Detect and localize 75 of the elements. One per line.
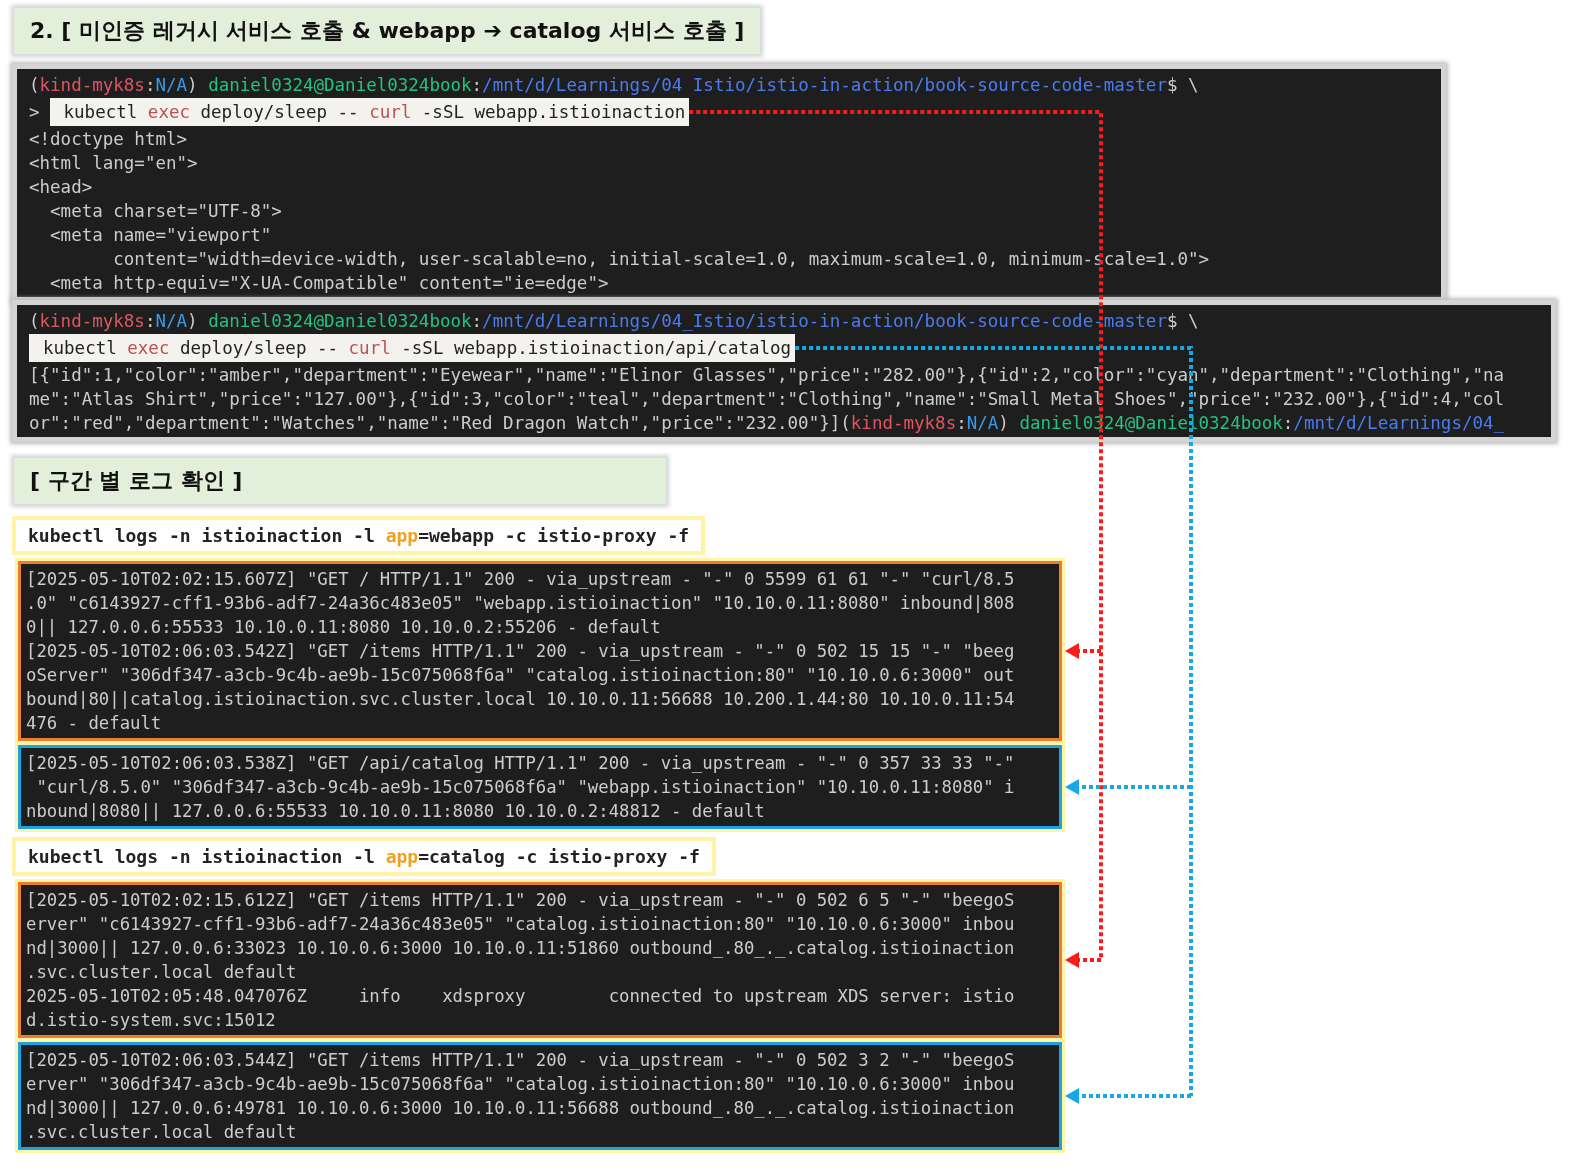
prompt-text: daniel0324@Daniel0324book bbox=[207, 311, 472, 331]
command-text: =catalog -c istio-proxy -f bbox=[418, 846, 700, 867]
log-line: oServer" "306df347-a3cb-9c4b-ae9b-15c075068f6a" "catalog.istioinaction:80" "10.10.0.6:3000" out bbox=[26, 664, 1016, 687]
terminal-text: <!doctype html> bbox=[29, 129, 188, 149]
heading: 2. [ 미인증 레거시 서비스 호출 & webapp ➔ catalog 서비스 호출 ] bbox=[30, 17, 745, 45]
log-line: bound|80||catalog.istioinaction.svc.cluster.local 10.10.0.11:56688 10.200.1.44:80 10.10.0.11:54 bbox=[26, 688, 1016, 711]
prompt-text: : bbox=[144, 75, 156, 95]
prompt-text: : bbox=[144, 311, 156, 331]
log-line: erver" "306df347-a3cb-9c4b-ae9b-15c075068f6a" "catalog.istioinaction:80" "10.10.0.6:3000" inbou bbox=[26, 1073, 1016, 1096]
log-line: .0" "c6143927-cff1-93b6-adf7-24a36c483e05" "webapp.istioinaction" "10.10.0.11:8080" inbound|808 bbox=[26, 592, 1016, 615]
log-line: erver" "c6143927-cff1-93b6-adf7-24a36c483e05" "catalog.istioinaction:80" "10.10.0.6:3000" inbou bbox=[26, 913, 1016, 936]
prompt-text: ( bbox=[29, 75, 40, 95]
log-line: .svc.cluster.local default bbox=[26, 961, 298, 984]
command-text: app bbox=[385, 846, 419, 867]
terminal-text: ) bbox=[998, 413, 1009, 433]
terminal-text: [{"id":1,"color":"amber","department":"Eyewear","name":"Elinor Glasses","price":"282.00"},{"id":2,"color":"cyan","department":"Clothing","na bbox=[29, 365, 1505, 385]
terminal-text: <html lang="en"> bbox=[29, 153, 198, 173]
terminal-text: /mnt/d/Learnings/04_ bbox=[1293, 413, 1505, 433]
prompt-text: $ \ bbox=[1166, 75, 1199, 95]
log-line: 0|| 127.0.0.6:55533 10.10.0.11:8080 10.10.0.2:55206 - default bbox=[26, 616, 662, 639]
terminal-text: daniel0324@Daniel0324book bbox=[1018, 413, 1283, 433]
terminal-text: : bbox=[956, 413, 967, 433]
command-text: app bbox=[385, 525, 419, 546]
terminal-text: or":"red","department":"Watches","name":"Red Dragon Watch","price":"232.00"}] bbox=[29, 413, 841, 433]
terminal-text: N/A bbox=[966, 413, 999, 433]
terminal-text: <meta name="viewport" bbox=[49, 225, 272, 245]
command-text: -sSL webapp.istioinaction/api/catalog bbox=[400, 338, 792, 358]
command-text: kubectl logs -n istioinaction -l bbox=[28, 846, 376, 867]
command-text: deploy/sleep -- bbox=[179, 338, 340, 358]
command-text: kubectl bbox=[63, 102, 139, 122]
command-text: curl bbox=[369, 102, 412, 122]
command-text: kubectl bbox=[43, 338, 118, 358]
log-line: "curl/8.5.0" "306df347-a3cb-9c4b-ae9b-15c075068f6a" "webapp.istioinaction" "10.10.0.11:8080" i bbox=[35, 776, 1016, 799]
terminal-text: kind-myk8s bbox=[850, 413, 957, 433]
command-text: kubectl logs -n istioinaction -l bbox=[28, 525, 376, 546]
log-line: 476 - default bbox=[26, 712, 163, 735]
terminal-text: : bbox=[1282, 413, 1294, 433]
prompt-text: /mnt/d/Learnings/04 Istio/istio-in-action/book-source-code-master bbox=[482, 75, 1167, 95]
log-line: [2025-05-10T02:06:03.542Z] "GET /items HTTP/1.1" 200 - via_upstream - "-" 0 502 15 15 "-" "beeg bbox=[26, 640, 1016, 663]
command-text: deploy/sleep -- bbox=[199, 102, 360, 122]
section-heading: [ 구간 별 로그 확인 ] bbox=[30, 468, 243, 493]
log-line: .svc.cluster.local default bbox=[26, 1121, 298, 1144]
log-line: 2025-05-10T02:05:48.047076Z info xdsproxy connected to upstream XDS server: istio bbox=[26, 985, 1016, 1008]
command-text: exec bbox=[147, 102, 190, 122]
log-line: d.istio-system.svc:15012 bbox=[26, 1009, 277, 1032]
prompt-text: ( bbox=[29, 311, 40, 331]
prompt-text: $ \ bbox=[1166, 311, 1199, 331]
terminal-text: <meta http-equiv="X-UA-Compatible" content="ie=edge"> bbox=[49, 273, 609, 293]
prompt-caret: > bbox=[29, 102, 40, 122]
terminal-text: content="width=device-width, user-scalable=no, initial-scale=1.0, maximum-scale=1.0, minimum-scale=1.0"> bbox=[112, 249, 1210, 269]
prompt-text: kind-myk8s bbox=[39, 75, 145, 95]
terminal-text: me":"Atlas Shirt","price":"127.00"},{"id":3,"color":"teal","department":"Clothing","name":"Small Metal Shoes","price":"232.00"},{"id":4,"col bbox=[29, 389, 1505, 409]
prompt-text: : bbox=[471, 75, 483, 95]
command-text: curl bbox=[348, 338, 391, 358]
prompt-text: : bbox=[471, 311, 483, 331]
log-line: [2025-05-10T02:02:15.607Z] "GET / HTTP/1.1" 200 - via_upstream - "-" 0 5599 61 61 "-" "curl/8.5 bbox=[26, 568, 1016, 591]
terminal-text: <meta charset="UTF-8"> bbox=[49, 201, 282, 221]
prompt-text: kind-myk8s bbox=[39, 311, 145, 331]
log-line: nbound|8080|| 127.0.0.6:55533 10.10.0.11:8080 10.10.0.2:48812 - default bbox=[26, 800, 766, 823]
terminal-text: ( bbox=[840, 413, 851, 433]
prompt-text: ) bbox=[187, 311, 198, 331]
log-line: [2025-05-10T02:02:15.612Z] "GET /items HTTP/1.1" 200 - via_upstream - "-" 0 502 6 5 "-" "beegoS bbox=[26, 889, 1016, 912]
command-text: -sSL webapp.istioinaction bbox=[420, 102, 686, 122]
log-line: [2025-05-10T02:06:03.544Z] "GET /items HTTP/1.1" 200 - via_upstream - "-" 0 502 3 2 "-" "beegoS bbox=[26, 1049, 1016, 1072]
prompt-text: N/A bbox=[155, 75, 188, 95]
log-line: [2025-05-10T02:06:03.538Z] "GET /api/catalog HTTP/1.1" 200 - via_upstream - "-" 0 357 33 33 "-" bbox=[26, 752, 1016, 775]
command-text: exec bbox=[127, 338, 170, 358]
prompt-text: /mnt/d/Learnings/04_Istio/istio-in-action/book-source-code-master bbox=[482, 311, 1167, 331]
log-line: nd|3000|| 127.0.0.6:49781 10.10.0.6:3000 10.10.0.11:56688 outbound_.80_._.catalog.istioinaction bbox=[26, 1097, 1016, 1120]
log-line: nd|3000|| 127.0.0.6:33023 10.10.0.6:3000 10.10.0.11:51860 outbound_.80_._.catalog.istioinaction bbox=[26, 937, 1016, 960]
prompt-text: daniel0324@Daniel0324book bbox=[207, 75, 472, 95]
prompt-text: ) bbox=[187, 75, 198, 95]
command-text: =webapp -c istio-proxy -f bbox=[418, 525, 690, 546]
prompt-text: N/A bbox=[155, 311, 188, 331]
terminal-text: <head> bbox=[29, 177, 93, 197]
